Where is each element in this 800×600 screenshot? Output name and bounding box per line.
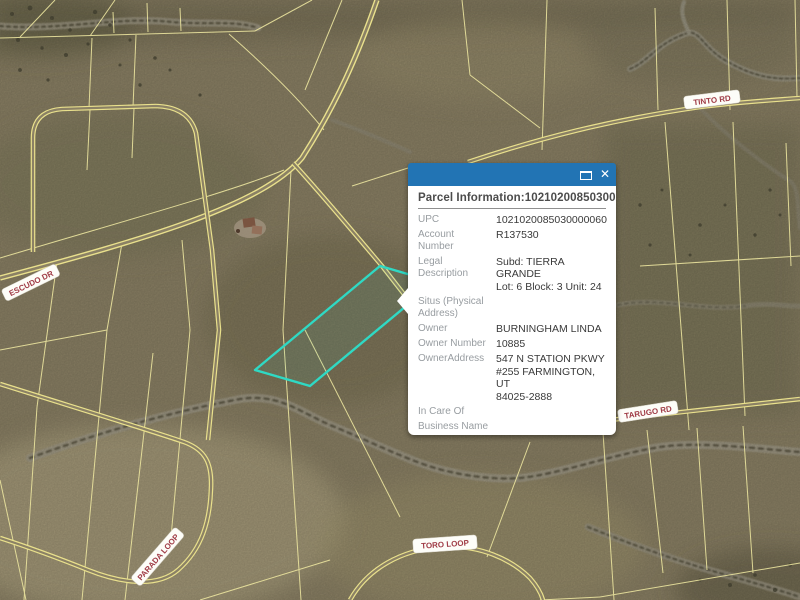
popup-divider — [418, 208, 606, 209]
field-account-number: Account Number R137530 — [418, 229, 606, 253]
field-owner-number: Owner Number 10885 — [418, 338, 606, 350]
parcel-info-popup: ✕ Parcel Information:1021020085030000060… — [408, 163, 616, 435]
field-in-care-of: In Care Of — [418, 406, 606, 418]
field-legal-description: Legal Description Subd: TIERRA GRANDE Lo… — [418, 256, 606, 293]
close-icon[interactable]: ✕ — [600, 166, 610, 182]
field-business-name: Business Name — [418, 421, 606, 433]
popup-body: Parcel Information:1021020085030000060 U… — [408, 186, 616, 435]
popup-pointer-tail — [397, 288, 408, 314]
map-viewer: TINTO RD ESCUDO DR TARUGO RD TORO LOOP P… — [0, 0, 800, 600]
popup-title: Parcel Information:1021020085030000060 — [418, 192, 606, 204]
field-owner: Owner BURNINGHAM LINDA — [418, 323, 606, 335]
field-owner-address: OwnerAddress 547 N STATION PKWY #255 FAR… — [418, 353, 606, 403]
popup-titlebar: ✕ — [408, 163, 616, 186]
field-upc: UPC 1021020085030000060 — [418, 214, 606, 226]
field-situs: Situs (Physical Address) — [418, 296, 606, 320]
maximize-icon[interactable] — [580, 171, 592, 180]
